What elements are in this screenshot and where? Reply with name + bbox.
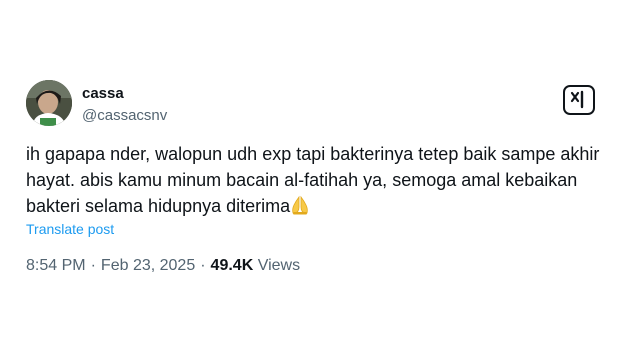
tweet-text-line: bakteri selama hidupnya diterima [26, 193, 616, 219]
folded-hands-emoji-icon [292, 195, 308, 215]
tweet-text: ih gapapa nder, walopun udh exp tapi bak… [26, 141, 616, 219]
display-name[interactable]: cassa [82, 85, 124, 102]
avatar-image [26, 80, 72, 126]
tweet-metadata: 8:54 PM · Feb 23, 2025 · 49.4K Views [26, 257, 300, 275]
translate-post-link[interactable]: Translate post [26, 221, 114, 237]
views-count: 49.4K [210, 257, 254, 274]
tweet-text-line: hayat. abis kamu minum bacain al-fatihah… [26, 170, 578, 190]
x-logo-icon[interactable] [563, 85, 595, 115]
tweet-card: cassa @cassacsnv ih gapapa nder, walopun… [0, 0, 640, 360]
tweet-time[interactable]: 8:54 PM [26, 257, 86, 274]
x-logo-glyph [570, 90, 584, 109]
tweet-date[interactable]: Feb 23, 2025 [101, 257, 195, 274]
views-label: Views [257, 257, 301, 274]
avatar[interactable] [26, 80, 72, 126]
tweet-text-line: ih gapapa nder, walopun udh exp tapi bak… [26, 144, 600, 164]
separator: · [200, 257, 206, 274]
separator: · [90, 257, 96, 274]
user-handle[interactable]: @cassacsnv [82, 107, 167, 124]
tweet-text-line-content: bakteri selama hidupnya diterima [26, 196, 291, 216]
